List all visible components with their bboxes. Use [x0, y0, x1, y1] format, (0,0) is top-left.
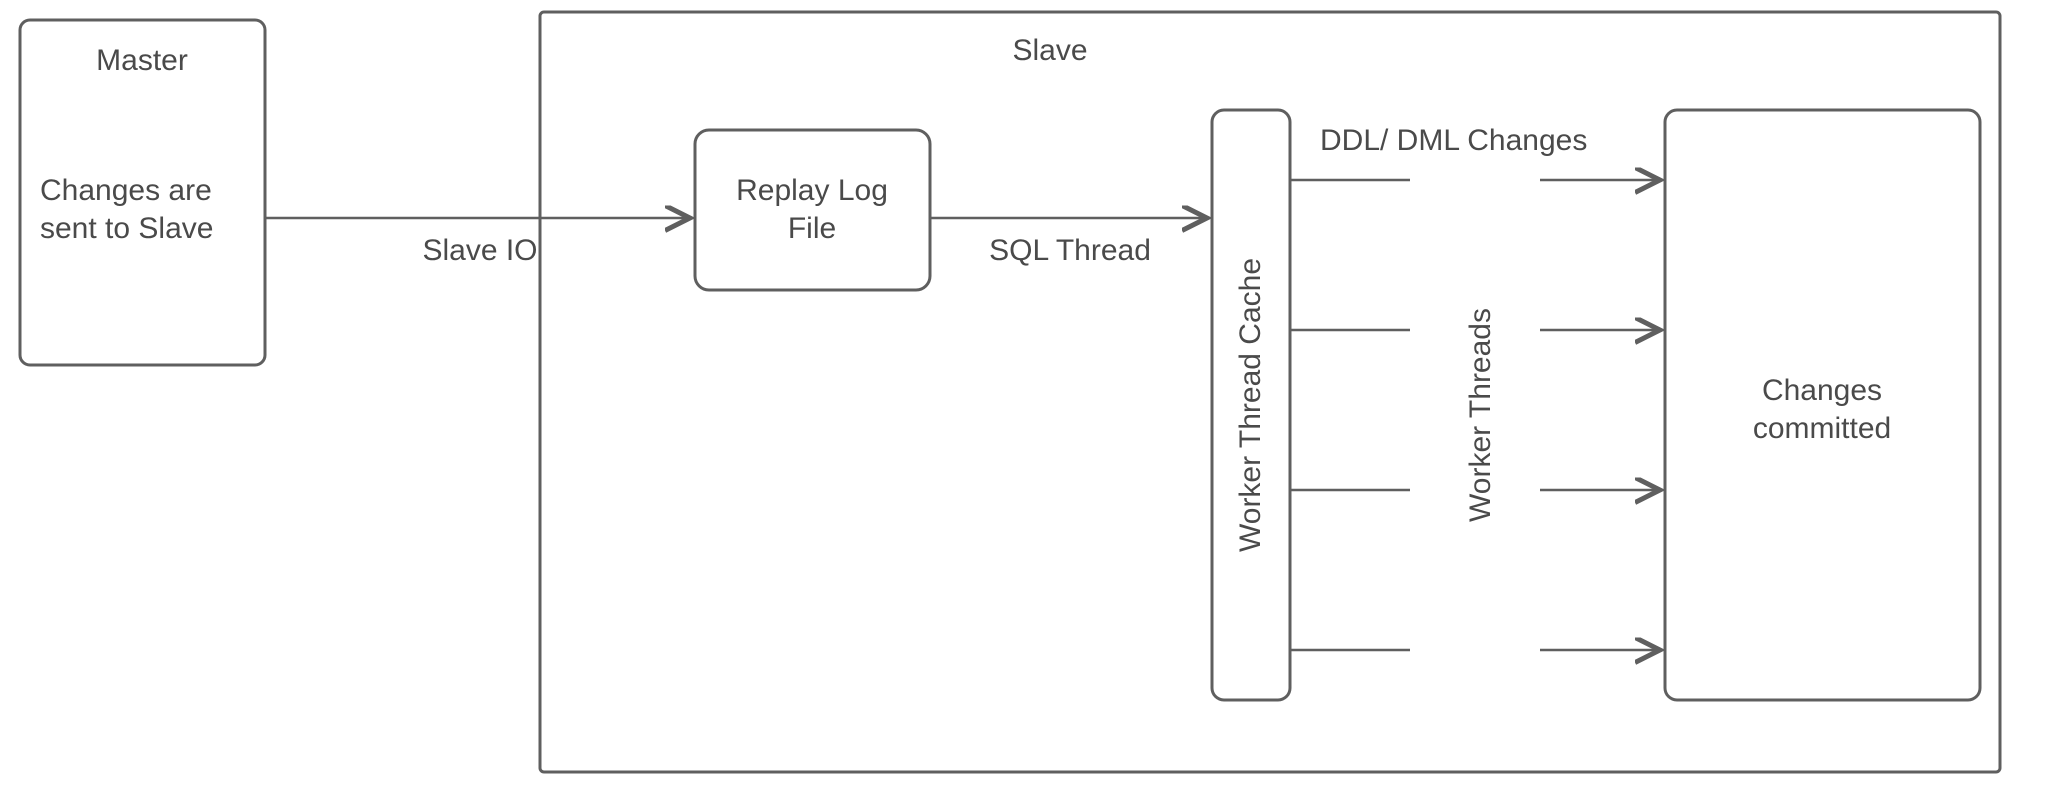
changes-committed-box: Changes committed	[1665, 110, 1980, 700]
master-desc-line1: Changes are	[40, 174, 212, 207]
worker-thread-cache-box: Worker Thread Cache	[1212, 110, 1290, 700]
master-box: Master Changes are sent to Slave	[20, 20, 265, 365]
replay-log-box: Replay Log File	[695, 130, 930, 290]
replay-log-line1: Replay Log	[736, 174, 888, 207]
master-title: Master	[96, 44, 188, 77]
replication-diagram: Master Changes are sent to Slave Slave R…	[0, 0, 2048, 792]
label-slave-io: Slave IO	[422, 234, 537, 267]
slave-title: Slave	[1012, 34, 1087, 67]
label-worker-threads: Worker Threads	[1464, 308, 1497, 522]
master-desc-line2: sent to Slave	[40, 212, 213, 245]
committed-line2: committed	[1753, 412, 1891, 445]
replay-log-line2: File	[788, 212, 836, 245]
committed-line1: Changes	[1762, 374, 1882, 407]
label-ddl-dml: DDL/ DML Changes	[1320, 124, 1587, 157]
worker-thread-cache-label: Worker Thread Cache	[1234, 258, 1267, 552]
label-sql-thread: SQL Thread	[989, 234, 1151, 267]
